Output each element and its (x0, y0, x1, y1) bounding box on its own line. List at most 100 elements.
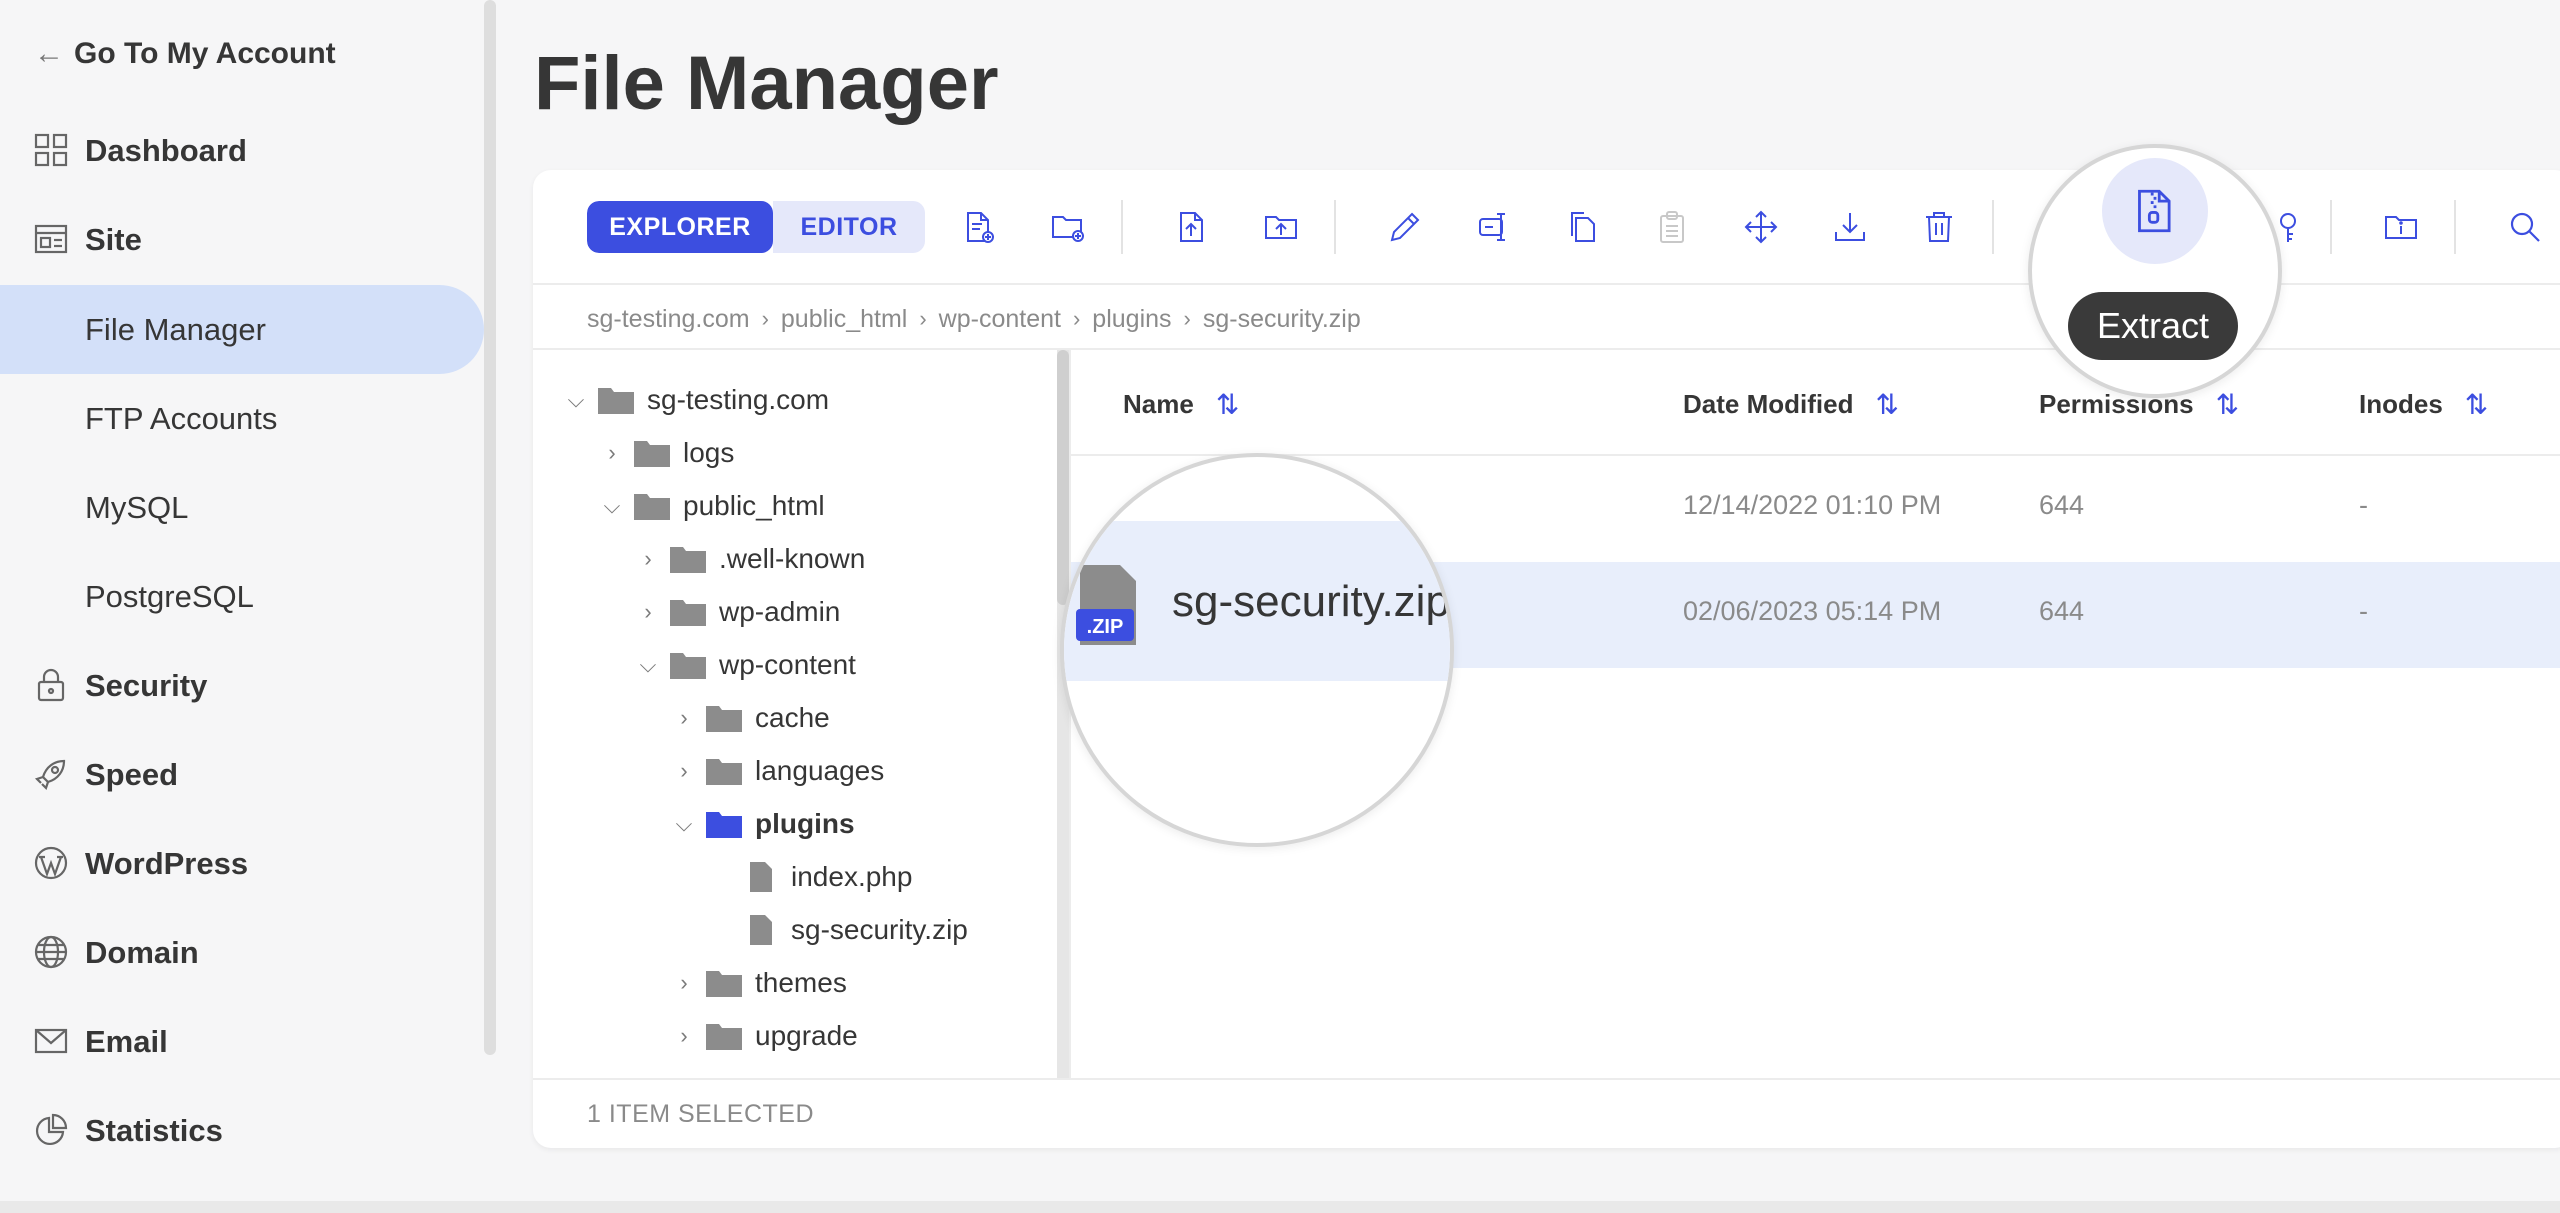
sidebar-item-statistics[interactable]: Statistics (0, 1086, 484, 1175)
selected-file-name[interactable]: sg-security.zip (1172, 577, 1450, 627)
folder-icon (598, 388, 634, 414)
breadcrumb-item[interactable]: wp-content (939, 305, 1061, 334)
folder-icon (706, 706, 742, 732)
breadcrumb-item[interactable]: plugins (1092, 305, 1171, 334)
tree-node-well-known[interactable]: › .well-known (635, 539, 865, 579)
sidebar-item-speed[interactable]: Speed (0, 730, 484, 819)
download-icon (1835, 213, 1865, 241)
new-folder-button[interactable] (1042, 201, 1094, 253)
tree-node-index-php[interactable]: index.php (707, 857, 912, 897)
wordpress-icon (34, 846, 68, 880)
download-button[interactable] (1824, 201, 1876, 253)
chevron-right-icon[interactable]: › (671, 705, 697, 731)
sidebar-item-postgresql[interactable]: PostgreSQL (0, 552, 484, 641)
chevron-right-icon: › (919, 306, 927, 331)
tree-node-themes[interactable]: › themes (671, 963, 847, 1003)
sort-icon[interactable]: ⇅ (1216, 388, 1239, 421)
site-layout-icon (34, 224, 68, 254)
sidebar-item-domain[interactable]: Domain (0, 908, 484, 997)
upload-folder-button[interactable] (1255, 201, 1307, 253)
copy-button[interactable] (1557, 201, 1609, 253)
toolbar-divider (1334, 200, 1336, 254)
move-button[interactable] (1735, 201, 1787, 253)
explorer-tab[interactable]: EXPLORER (587, 201, 773, 253)
sidebar-item-email[interactable]: Email (0, 997, 484, 1086)
arrow-left-icon: ← (34, 37, 64, 70)
column-date-modified[interactable]: Date Modified ⇅ (1683, 388, 1899, 421)
chevron-right-icon[interactable]: › (635, 546, 661, 572)
chevron-right-icon[interactable]: › (599, 440, 625, 466)
copy-icon (1571, 212, 1595, 242)
tree-node-sg-security-zip[interactable]: sg-security.zip (707, 910, 968, 950)
sidebar-item-file-manager[interactable]: File Manager (0, 285, 484, 374)
toolbar-divider (2454, 200, 2456, 254)
folder-icon (634, 494, 670, 520)
paste-button (1646, 201, 1698, 253)
column-name[interactable]: Name ⇅ (1123, 388, 1239, 421)
new-file-button[interactable] (953, 201, 1005, 253)
sidebar: ← Go To My Account Dashboard Site File M… (0, 0, 484, 1213)
folder-tree: ⌵ sg-testing.com › logs ⌵ public_html › … (533, 350, 1057, 1078)
tree-node-sg-testing[interactable]: ⌵ sg-testing.com (563, 380, 829, 420)
rocket-icon (34, 759, 66, 791)
page-title: File Manager (534, 41, 999, 126)
lock-icon (37, 668, 65, 702)
tree-scrollbar[interactable] (1057, 350, 1069, 1078)
sidebar-item-ftp-accounts[interactable]: FTP Accounts (0, 374, 484, 463)
extract-button[interactable] (2102, 158, 2208, 264)
chevron-down-icon[interactable]: ⌵ (671, 811, 697, 837)
chevron-right-icon: › (761, 306, 769, 331)
rename-button[interactable] (1379, 201, 1431, 253)
sidebar-scrollbar[interactable] (484, 0, 496, 1055)
chevron-right-icon[interactable]: › (635, 599, 661, 625)
breadcrumb-item-current: sg-security.zip (1202, 304, 1361, 333)
search-button[interactable] (2499, 201, 2551, 253)
chevron-down-icon[interactable]: ⌵ (563, 387, 589, 413)
folder-icon (706, 971, 742, 997)
edit-text-button[interactable] (1468, 201, 1520, 253)
editor-tab[interactable]: EDITOR (773, 201, 925, 253)
file-icon (750, 915, 772, 945)
tree-node-upgrade[interactable]: › upgrade (671, 1016, 857, 1056)
tree-node-logs[interactable]: › logs (599, 433, 734, 473)
tree-node-public-html[interactable]: ⌵ public_html (599, 486, 825, 526)
folder-icon (670, 653, 706, 679)
chevron-right-icon[interactable]: › (671, 758, 697, 784)
folder-icon (706, 812, 742, 838)
breadcrumb: sg-testing.com › public_html › wp-conten… (587, 302, 1361, 336)
tree-node-plugins[interactable]: ⌵ plugins (671, 804, 855, 844)
tree-node-languages[interactable]: › languages (671, 751, 884, 791)
sort-icon[interactable]: ⇅ (2216, 388, 2239, 421)
delete-button[interactable] (1913, 201, 1965, 253)
chevron-right-icon[interactable]: › (671, 1023, 697, 1049)
column-inodes[interactable]: Inodes ⇅ (2359, 388, 2488, 421)
new-folder-icon (1052, 216, 1084, 242)
folder-icon (670, 547, 706, 573)
sidebar-item-mysql[interactable]: MySQL (0, 463, 484, 552)
sidebar-item-wordpress[interactable]: WordPress (0, 819, 484, 908)
sort-icon[interactable]: ⇅ (2465, 388, 2488, 421)
folder-icon (634, 441, 670, 467)
move-arrows-icon (1744, 210, 1778, 244)
chevron-down-icon[interactable]: ⌵ (635, 652, 661, 678)
chevron-right-icon[interactable]: › (671, 970, 697, 996)
sidebar-item-dashboard[interactable]: Dashboard (0, 106, 484, 195)
sort-icon[interactable]: ⇅ (1875, 388, 1898, 421)
status-bar: 1 ITEM SELECTED (533, 1078, 2560, 1148)
breadcrumb-item[interactable]: public_html (781, 305, 907, 334)
globe-icon (34, 935, 68, 969)
chevron-right-icon: › (1072, 306, 1081, 331)
chevron-down-icon[interactable]: ⌵ (599, 493, 625, 519)
upload-file-button[interactable] (1166, 201, 1218, 253)
folder-info-icon (2385, 216, 2417, 239)
sidebar-item-security[interactable]: Security (0, 641, 484, 730)
folder-info-button[interactable] (2375, 201, 2427, 253)
extract-tooltip: Extract (2068, 292, 2238, 360)
tree-node-wp-admin[interactable]: › wp-admin (635, 592, 840, 632)
go-to-my-account-link[interactable]: ← Go To My Account (34, 34, 336, 74)
upload-folder-icon (1265, 216, 1297, 239)
breadcrumb-item[interactable]: sg-testing.com (587, 305, 750, 334)
tree-node-wp-content[interactable]: ⌵ wp-content (635, 645, 856, 685)
tree-node-cache[interactable]: › cache (671, 698, 829, 738)
sidebar-item-site[interactable]: Site (0, 195, 484, 284)
